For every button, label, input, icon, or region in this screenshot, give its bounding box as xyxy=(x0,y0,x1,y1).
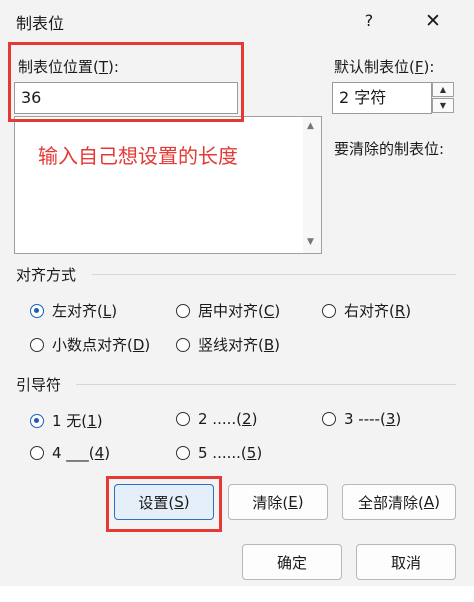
radio-label: 右对齐( xyxy=(344,302,395,320)
radio-circle-icon[interactable] xyxy=(322,412,336,426)
leader-title: 引导符 xyxy=(16,376,62,394)
radio-leader-none[interactable]: 1 无(1) xyxy=(30,410,103,431)
radio-accesskey: L xyxy=(102,301,112,320)
leader-divider xyxy=(76,384,456,385)
radio-label: 居中对齐( xyxy=(198,302,264,320)
radio-circle-icon[interactable] xyxy=(30,337,44,352)
radio-label-suffix: ) xyxy=(96,411,103,430)
document-background-strip xyxy=(0,586,474,602)
radio-label-suffix: ) xyxy=(405,301,412,320)
radio-circle-icon[interactable] xyxy=(30,303,44,318)
radio-accesskey: R xyxy=(394,301,406,320)
radio-label: 左对齐( xyxy=(52,302,103,320)
radio-leader-underline[interactable]: 4 ___(4) xyxy=(30,444,110,462)
tab-stop-list[interactable]: ▲ ▼ xyxy=(14,116,322,254)
radio-circle-icon[interactable] xyxy=(176,303,190,318)
radio-label-suffix: ) xyxy=(144,335,151,354)
stepper-down-icon[interactable]: ▼ xyxy=(432,98,454,113)
radio-label-suffix: ) xyxy=(251,410,258,428)
cancel-button[interactable]: 取消 xyxy=(356,544,456,580)
clear-all-button-label: 全部清除( xyxy=(358,493,424,512)
radio-align-left[interactable]: 左对齐(L) xyxy=(30,300,117,321)
clear-tabs-label: 要清除的制表位: xyxy=(334,140,445,158)
radio-leader-middots[interactable]: 5 ......(5) xyxy=(176,444,262,462)
scroll-down-icon[interactable]: ▼ xyxy=(307,237,314,247)
default-tab-label-suffix: ): xyxy=(423,58,435,76)
radio-accesskey: 1 xyxy=(87,411,97,430)
radio-align-right[interactable]: 右对齐(R) xyxy=(322,300,411,321)
radio-accesskey: 3 xyxy=(385,410,396,428)
radio-label: 5 ......( xyxy=(198,444,247,462)
radio-align-decimal[interactable]: 小数点对齐(D) xyxy=(30,334,150,355)
radio-circle-icon[interactable] xyxy=(30,446,44,460)
radio-label: 1 无( xyxy=(52,412,88,430)
radio-label-suffix: ) xyxy=(274,335,281,354)
radio-circle-icon[interactable] xyxy=(30,413,44,428)
stepper-up-icon[interactable]: ▲ xyxy=(432,82,454,97)
radio-accesskey: 4 xyxy=(94,444,105,462)
radio-accesskey: 5 xyxy=(246,444,257,462)
list-scrollbar[interactable]: ▲ ▼ xyxy=(303,117,321,253)
radio-label-suffix: ) xyxy=(111,301,118,320)
dialog-title: 制表位 xyxy=(16,14,65,33)
alignment-divider xyxy=(92,274,456,275)
radio-circle-icon[interactable] xyxy=(176,412,190,426)
default-tab-accesskey: F xyxy=(414,58,424,76)
radio-label-suffix: ) xyxy=(256,444,263,462)
help-icon[interactable]: ? xyxy=(356,8,382,34)
radio-align-center[interactable]: 居中对齐(C) xyxy=(176,300,280,321)
radio-label: 4 ___( xyxy=(52,444,95,462)
radio-circle-icon[interactable] xyxy=(176,446,190,460)
clear-all-button-accesskey: A xyxy=(423,493,435,511)
close-icon[interactable]: ✕ xyxy=(420,8,446,34)
highlight-box-position xyxy=(8,42,244,122)
radio-label-suffix: ) xyxy=(274,301,281,320)
radio-accesskey: 2 xyxy=(242,410,252,428)
default-tab-input[interactable]: 2 字符 xyxy=(332,82,432,114)
radio-circle-icon[interactable] xyxy=(322,303,336,318)
radio-align-bar[interactable]: 竖线对齐(B) xyxy=(176,334,280,355)
clear-all-button-suffix: ) xyxy=(434,493,440,511)
radio-label: 小数点对齐( xyxy=(52,336,133,354)
default-tab-label: 默认制表位(F): xyxy=(334,56,434,77)
tab-settings-dialog: 制表位 ? ✕ 制表位位置(T): 36 默认制表位(F): 2 字符 ▲ ▼ … xyxy=(0,0,474,602)
radio-label: 竖线对齐( xyxy=(198,336,264,354)
radio-circle-icon[interactable] xyxy=(176,337,190,352)
default-tab-stepper[interactable]: ▲ ▼ xyxy=(432,82,454,114)
title-bar: 制表位 ? ✕ xyxy=(0,0,474,42)
radio-label: 3 ----( xyxy=(344,410,386,428)
clear-button-label: 清除( xyxy=(252,493,289,512)
radio-accesskey: B xyxy=(263,335,275,354)
ok-button[interactable]: 确定 xyxy=(242,544,342,580)
radio-leader-dashes[interactable]: 3 ----(3) xyxy=(322,410,401,428)
annotation-text: 输入自己想设置的长度 xyxy=(38,144,238,168)
clear-all-button[interactable]: 全部清除(A) xyxy=(342,484,456,520)
default-tab-label-text: 默认制表位( xyxy=(334,58,415,76)
clear-button-accesskey: E xyxy=(288,493,298,511)
clear-button[interactable]: 清除(E) xyxy=(228,484,328,520)
clear-button-suffix: ) xyxy=(297,493,304,511)
radio-accesskey: C xyxy=(263,301,275,320)
radio-label-suffix: ) xyxy=(104,444,111,462)
alignment-title: 对齐方式 xyxy=(16,266,77,284)
radio-label: 2 .....( xyxy=(198,410,243,428)
scroll-up-icon[interactable]: ▲ xyxy=(307,121,314,131)
radio-leader-dots[interactable]: 2 .....(2) xyxy=(176,410,257,428)
radio-accesskey: D xyxy=(132,335,145,354)
radio-label-suffix: ) xyxy=(395,410,402,428)
highlight-box-set xyxy=(106,476,222,532)
